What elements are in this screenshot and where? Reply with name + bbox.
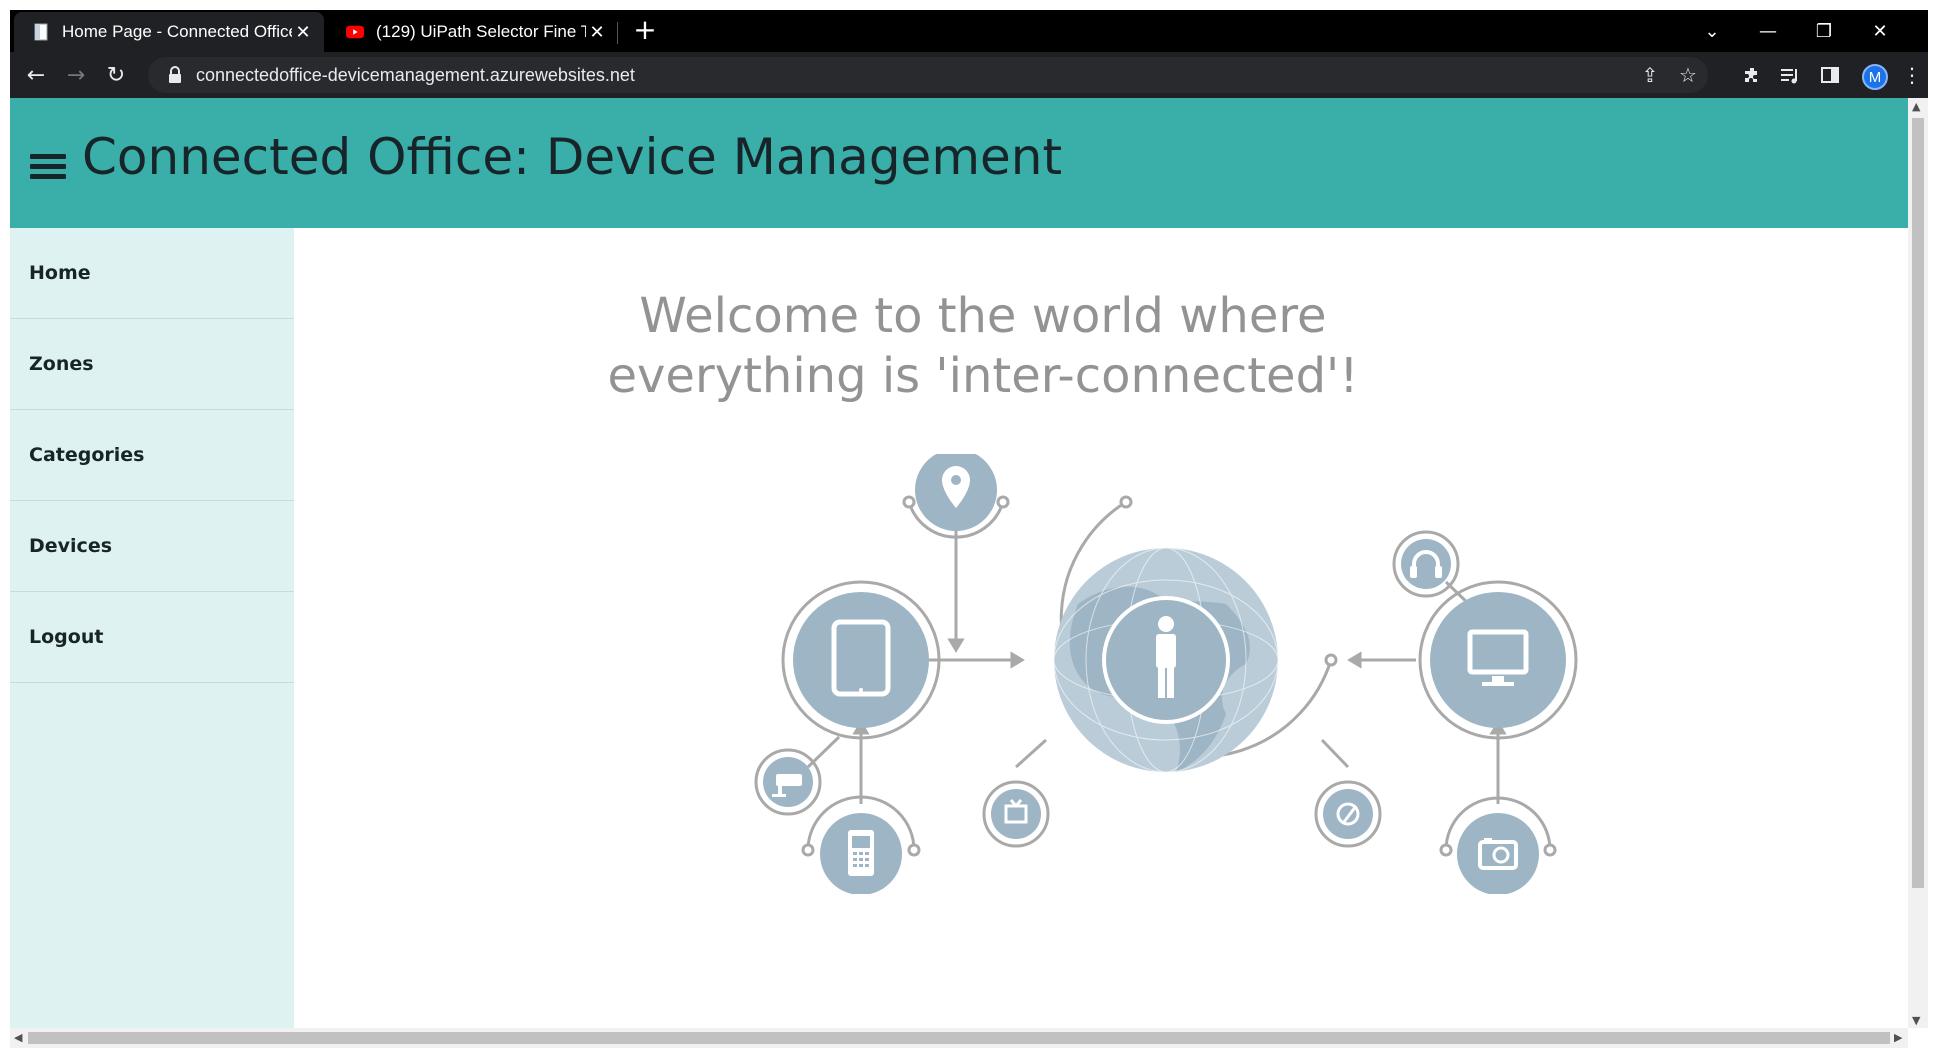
menu-kebab-icon[interactable]: ⋮ — [1896, 59, 1928, 91]
iot-illustration — [754, 454, 1578, 894]
profile-avatar[interactable]: M — [1862, 64, 1888, 90]
share-icon[interactable]: ⇪ — [1634, 59, 1666, 91]
tab-title: (129) UiPath Selector Fine Tuning — [376, 22, 586, 41]
sidebar-item-home[interactable]: Home — [10, 228, 294, 319]
scroll-down-icon[interactable]: ▼ — [1912, 1014, 1920, 1027]
scroll-up-icon[interactable]: ▲ — [1912, 100, 1920, 113]
close-tab-icon[interactable]: ✕ — [292, 22, 314, 43]
extensions-icon[interactable] — [1736, 59, 1768, 91]
sidebar-item-label: Logout — [29, 626, 104, 648]
vertical-scroll-thumb[interactable] — [1912, 118, 1924, 888]
sidebar-item-categories[interactable]: Categories — [10, 410, 294, 501]
welcome-line-1: Welcome to the world where — [639, 288, 1327, 344]
tab-search-icon[interactable]: ⌄ — [1684, 10, 1740, 52]
browser-toolbar: ← → ↻ connectedoffice-devicemanagement.a… — [10, 52, 1928, 98]
document-icon — [32, 23, 50, 41]
reload-button[interactable]: ↻ — [100, 59, 132, 91]
minimize-button[interactable]: — — [1740, 10, 1796, 52]
page-viewport: Connected Office: Device Management Home… — [10, 98, 1928, 1048]
sidebar: Home Zones Categories Devices Logout — [10, 228, 294, 1028]
sidebar-item-label: Home — [29, 262, 91, 284]
sidebar-item-devices[interactable]: Devices — [10, 501, 294, 592]
sidebar-item-label: Devices — [29, 535, 113, 557]
restore-button[interactable]: ❐ — [1796, 10, 1852, 52]
youtube-icon — [346, 23, 364, 41]
scroll-right-icon[interactable]: ▶ — [1894, 1031, 1902, 1044]
sidebar-item-logout[interactable]: Logout — [10, 592, 294, 683]
lock-icon — [168, 66, 182, 84]
welcome-line-2: everything is 'inter-connected'! — [607, 348, 1359, 404]
sidebar-item-zones[interactable]: Zones — [10, 319, 294, 410]
vertical-scrollbar[interactable]: ▲ ▼ — [1908, 98, 1928, 1028]
back-button[interactable]: ← — [20, 59, 52, 91]
tab-home-page[interactable]: Home Page - Connected Office: Device Man… — [14, 12, 324, 52]
tab-strip: Home Page - Connected Office: Device Man… — [10, 10, 1928, 52]
page-title: Connected Office: Device Management — [82, 128, 1063, 186]
bookmark-star-icon[interactable]: ☆ — [1672, 59, 1704, 91]
tab-title: Home Page - Connected Office: Device Man… — [62, 22, 292, 41]
tab-separator — [617, 22, 618, 44]
sidebar-item-label: Zones — [29, 353, 94, 375]
new-tab-button[interactable]: + — [630, 16, 660, 46]
tab-youtube[interactable]: (129) UiPath Selector Fine Tuning ✕ — [328, 12, 618, 52]
reading-list-icon[interactable] — [1774, 59, 1806, 91]
close-window-button[interactable]: ✕ — [1852, 10, 1908, 52]
forward-button[interactable]: → — [60, 59, 92, 91]
app-header: Connected Office: Device Management — [10, 98, 1908, 228]
hamburger-menu-icon[interactable] — [30, 154, 66, 180]
browser-window: Home Page - Connected Office: Device Man… — [10, 10, 1928, 1048]
horizontal-scrollbar[interactable]: ◀ ▶ — [10, 1028, 1908, 1048]
side-panel-icon[interactable] — [1814, 59, 1846, 91]
horizontal-scroll-thumb[interactable] — [28, 1032, 1890, 1044]
address-bar[interactable]: connectedoffice-devicemanagement.azurewe… — [148, 57, 1708, 93]
close-tab-icon[interactable]: ✕ — [586, 22, 608, 43]
scroll-left-icon[interactable]: ◀ — [14, 1031, 22, 1044]
main-content: Welcome to the world where everything is… — [294, 228, 1908, 1028]
url-text: connectedoffice-devicemanagement.azurewe… — [196, 65, 635, 85]
sidebar-item-label: Categories — [29, 444, 145, 466]
